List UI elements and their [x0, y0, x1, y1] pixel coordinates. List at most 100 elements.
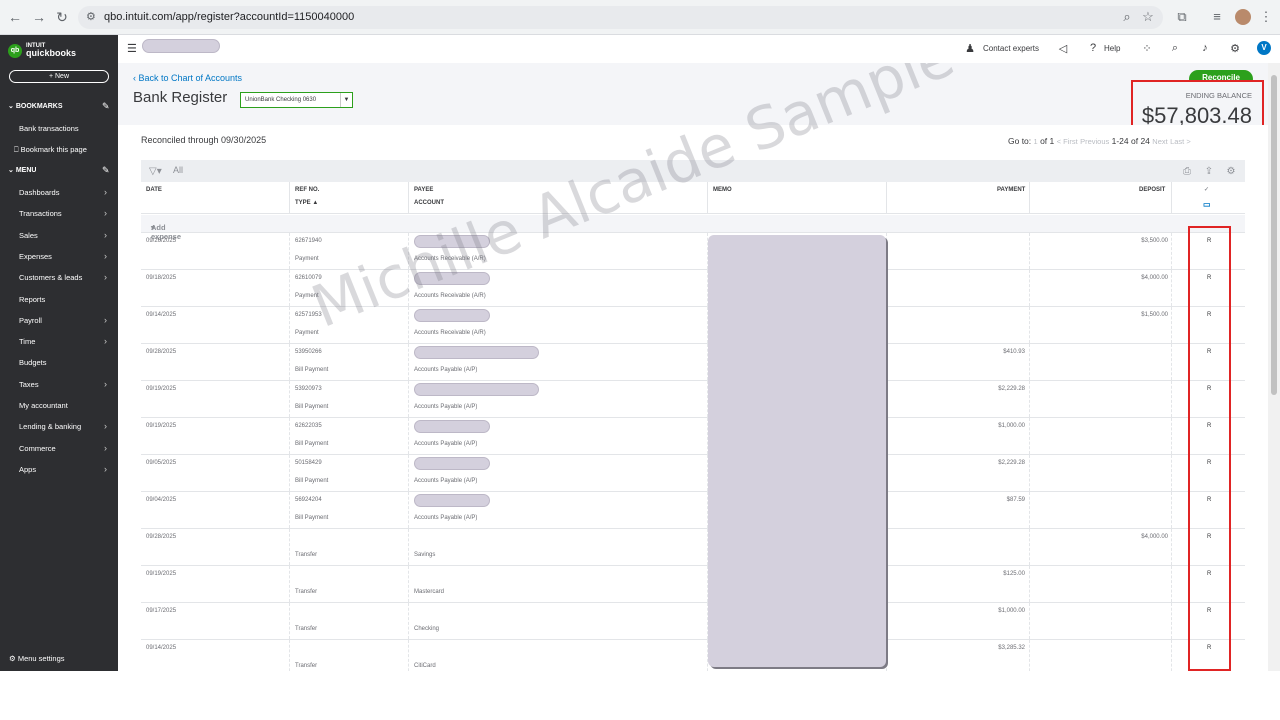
chevron-down-icon: ⌄ — [8, 103, 14, 110]
chevron-right-icon[interactable]: › — [104, 187, 107, 197]
sidebar-item-commerce[interactable]: Commerce — [19, 444, 56, 453]
qb-logo-icon: qb — [8, 43, 22, 58]
user-avatar[interactable]: V — [1257, 41, 1271, 55]
extensions-icon[interactable]: ⧉ — [1174, 9, 1190, 25]
back-arrow-icon[interactable]: ← — [6, 8, 24, 26]
first-page-link[interactable]: < First — [1057, 137, 1078, 146]
edit-menu-pencil-icon[interactable]: ✎ — [102, 165, 110, 176]
edit-bookmarks-pencil-icon[interactable]: ✎ — [102, 101, 110, 112]
table-row[interactable]: 09/28/2025 Transfer Savings $4,000.00 R — [141, 529, 1245, 566]
new-button[interactable]: + New — [9, 70, 109, 83]
search-icon[interactable]: ⌕ — [1168, 42, 1182, 55]
chevron-right-icon[interactable]: › — [104, 208, 107, 218]
add-expense-row[interactable]: Add expense ▾ — [141, 215, 1245, 241]
hamburger-menu-icon[interactable]: ☰ — [127, 42, 137, 55]
sidebar-item-bookmark-this-page[interactable]: ⎕ Bookmark this page — [14, 145, 87, 155]
notifications-bell-icon[interactable]: ♪ — [1198, 42, 1212, 54]
header-memo[interactable]: MEMO — [713, 187, 732, 193]
table-row[interactable]: 09/19/2025 62622035 Bill Payment Accounts P… — [141, 418, 1245, 455]
attachment-icon[interactable]: ▭ — [1203, 200, 1211, 209]
bookmark-star-icon[interactable]: ☆ — [1140, 9, 1156, 25]
megaphone-icon[interactable]: ◁ — [1056, 42, 1070, 55]
header-type[interactable]: TYPE ▲ — [295, 200, 318, 206]
page-number-input[interactable]: 1 — [1034, 137, 1038, 146]
sidebar-item-bank-transactions[interactable]: Bank transactions — [19, 124, 79, 133]
table-row[interactable]: 09/04/2025 56924204 Bill Payment Accounts P… — [141, 492, 1245, 529]
reading-list-icon[interactable]: ≡ — [1209, 9, 1225, 25]
column-divider — [408, 307, 409, 343]
chevron-right-icon[interactable]: › — [104, 336, 107, 346]
chevron-right-icon[interactable]: › — [104, 315, 107, 325]
table-row[interactable]: 09/26/2025 62671940 Payment Accounts Receiv… — [141, 233, 1245, 270]
column-divider — [408, 455, 409, 491]
sidebar-item-customers-leads[interactable]: Customers & leads — [19, 273, 82, 282]
forward-arrow-icon[interactable]: → — [30, 8, 48, 26]
chevron-right-icon[interactable]: › — [104, 443, 107, 453]
reload-icon[interactable]: ↻ — [53, 8, 71, 26]
browser-menu-icon[interactable]: ⋮ — [1258, 9, 1274, 25]
previous-page-link[interactable]: Previous — [1080, 137, 1109, 146]
last-page-link[interactable]: Last > — [1170, 137, 1191, 146]
menu-settings-link[interactable]: ⚙ Menu settings — [9, 654, 65, 663]
cell-payment: $3,285.32 — [998, 645, 1025, 651]
chevron-right-icon[interactable]: › — [104, 464, 107, 474]
sidebar-item-apps[interactable]: Apps — [19, 465, 36, 474]
page-scrollbar[interactable] — [1268, 63, 1280, 671]
apps-grid-icon[interactable]: ⁘ — [1140, 42, 1154, 55]
sidebar-item-budgets[interactable]: Budgets — [19, 358, 47, 367]
header-payment[interactable]: PAYMENT — [997, 187, 1025, 193]
url-text[interactable]: qbo.intuit.com/app/register?accountId=11… — [104, 11, 354, 23]
menu-heading[interactable]: ⌄ MENU — [8, 166, 36, 174]
header-ref-no[interactable]: REF NO. — [295, 187, 319, 193]
sidebar-item-payroll[interactable]: Payroll — [19, 316, 42, 325]
table-row[interactable]: 09/14/2025 Transfer CitiCard $3,285.32 R — [141, 640, 1245, 671]
table-row[interactable]: 09/05/2025 50158429 Bill Payment Accounts P… — [141, 455, 1245, 492]
table-row[interactable]: 09/17/2025 Transfer Checking $1,000.00 R — [141, 603, 1245, 640]
sidebar-item-dashboards[interactable]: Dashboards — [19, 188, 59, 197]
back-to-chart-of-accounts-link[interactable]: ‹ Back to Chart of Accounts — [133, 73, 242, 83]
filter-funnel-icon[interactable]: ▽▾ — [149, 166, 162, 177]
sidebar-item-reports[interactable]: Reports — [19, 295, 45, 304]
help-link[interactable]: Help — [1104, 44, 1120, 53]
sidebar-item-sales[interactable]: Sales — [19, 231, 38, 240]
chevron-right-icon[interactable]: › — [104, 379, 107, 389]
table-settings-gear-icon[interactable]: ⚙ — [1225, 166, 1237, 177]
next-page-link[interactable]: Next — [1152, 137, 1167, 146]
scrollbar-thumb[interactable] — [1271, 75, 1277, 395]
browser-profile-avatar[interactable] — [1235, 9, 1251, 25]
sidebar-item-transactions[interactable]: Transactions — [19, 209, 62, 218]
account-select[interactable]: UnionBank Checking 0630 ▼ — [240, 92, 353, 108]
settings-gear-icon[interactable]: ⚙ — [1228, 42, 1242, 55]
table-row[interactable]: 09/28/2025 53950266 Bill Payment Accounts P… — [141, 344, 1245, 381]
sidebar-item-expenses[interactable]: Expenses — [19, 252, 52, 261]
column-divider — [289, 307, 290, 343]
header-account[interactable]: ACCOUNT — [414, 200, 444, 206]
table-row[interactable]: 09/14/2025 62571953 Payment Accounts Receiv… — [141, 307, 1245, 344]
dropdown-arrow-icon[interactable]: ▼ — [340, 93, 352, 107]
bookmarks-heading[interactable]: ⌄ BOOKMARKS — [8, 102, 63, 110]
chevron-right-icon[interactable]: › — [104, 230, 107, 240]
quickbooks-logo[interactable]: qb INTUIT quickbooks — [8, 43, 76, 58]
table-row[interactable]: 09/19/2025 Transfer Mastercard $125.00 R — [141, 566, 1245, 603]
sidebar-item-taxes[interactable]: Taxes — [19, 380, 39, 389]
chevron-right-icon[interactable]: › — [104, 251, 107, 261]
print-icon[interactable]: ⎙ — [1181, 166, 1193, 177]
sidebar-item-my-accountant[interactable]: My accountant — [19, 401, 68, 410]
site-info-icon[interactable]: ⚙ — [86, 10, 96, 23]
export-icon[interactable]: ⇪ — [1203, 166, 1215, 177]
contact-experts-link[interactable]: Contact experts — [983, 44, 1039, 53]
sidebar-item-time[interactable]: Time — [19, 337, 35, 346]
expert-avatar-icon[interactable]: ♟ — [963, 42, 977, 55]
filter-all-label[interactable]: All — [173, 165, 183, 175]
chevron-right-icon[interactable]: › — [104, 421, 107, 431]
help-icon[interactable]: ? — [1086, 42, 1100, 54]
zoom-icon[interactable]: ⌕ — [1119, 9, 1135, 25]
table-row[interactable]: 09/19/2025 53920973 Bill Payment Accounts P… — [141, 381, 1245, 418]
header-payee[interactable]: PAYEE — [414, 187, 433, 193]
table-row[interactable]: 09/18/2025 62610079 Payment Accounts Receiv… — [141, 270, 1245, 307]
sidebar-item-lending-banking[interactable]: Lending & banking — [19, 422, 81, 431]
address-bar[interactable]: ⚙ qbo.intuit.com/app/register?accountId=… — [78, 6, 1163, 29]
header-date[interactable]: DATE — [146, 187, 162, 193]
header-deposit[interactable]: DEPOSIT — [1139, 187, 1165, 193]
chevron-right-icon[interactable]: › — [104, 272, 107, 282]
